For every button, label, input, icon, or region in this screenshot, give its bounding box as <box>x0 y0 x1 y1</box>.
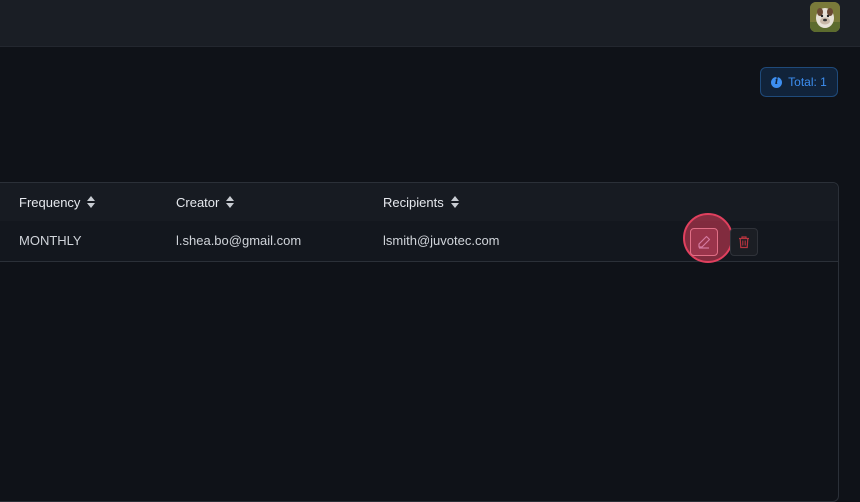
column-label: Frequency <box>19 194 81 210</box>
info-icon: i <box>771 76 783 88</box>
cell-recipients: lsmith@juvotec.com <box>383 233 500 248</box>
delete-button[interactable] <box>730 228 758 256</box>
sort-icon[interactable] <box>86 195 96 209</box>
top-bar <box>0 0 860 47</box>
column-header-recipients[interactable]: Recipients <box>383 183 460 221</box>
edit-button[interactable] <box>690 228 718 256</box>
trash-icon <box>739 236 749 249</box>
sort-icon[interactable] <box>225 195 235 209</box>
column-label: Recipients <box>383 194 444 210</box>
total-count-badge: i Total: 1 <box>760 67 838 97</box>
total-label: Total: 1 <box>788 75 827 89</box>
edit-icon <box>698 235 711 249</box>
user-avatar[interactable] <box>810 2 840 32</box>
cell-frequency: MONTHLY <box>19 233 82 248</box>
cell-creator: l.shea.bo@gmail.com <box>176 233 302 248</box>
bulldog-avatar-icon <box>810 2 840 32</box>
sort-icon[interactable] <box>450 195 460 209</box>
column-header-creator[interactable]: Creator <box>176 183 235 221</box>
column-header-frequency[interactable]: Frequency <box>19 183 96 221</box>
column-label: Creator <box>176 194 220 210</box>
